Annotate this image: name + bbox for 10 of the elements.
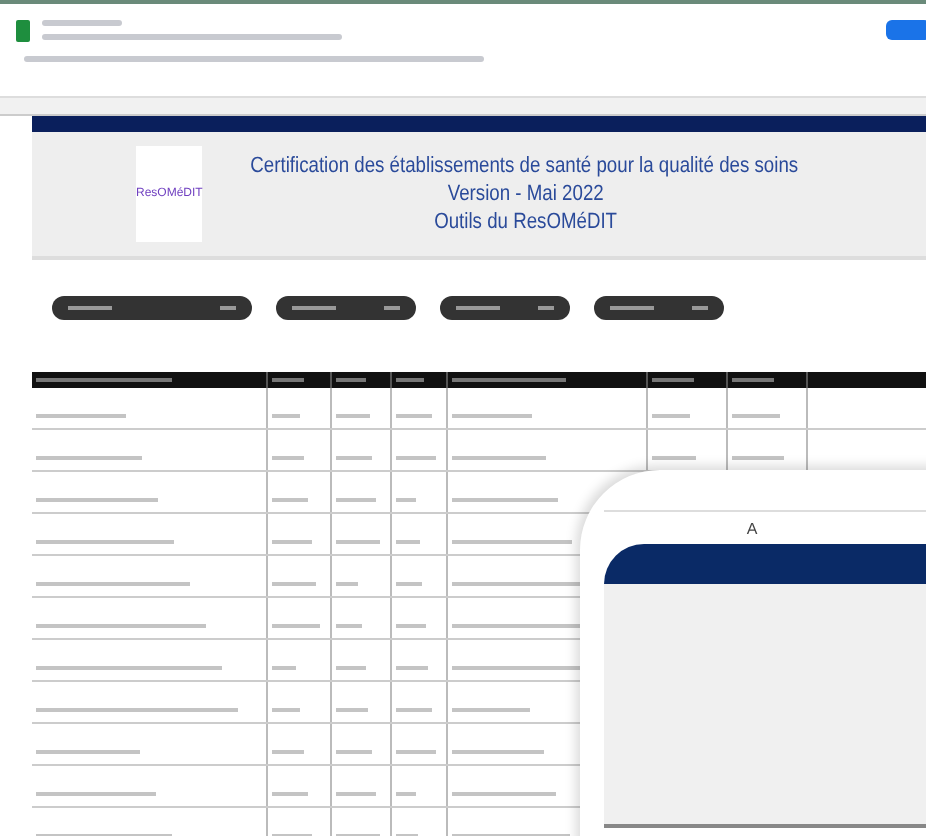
filter-chip[interactable] [594, 296, 724, 320]
filter-chip[interactable] [52, 296, 252, 320]
blurred-title-drawing [42, 20, 122, 26]
spreadsheet-icon [16, 19, 30, 41]
filter-chip[interactable] [276, 296, 416, 320]
column-header: A [746, 519, 758, 537]
sheet-title: Certification des établissements de santé pour la qualité des soins [251, 152, 799, 180]
filter-chip[interactable] [440, 296, 570, 320]
sheet-title: Outils du ResOMéDIT [433, 208, 617, 236]
sheet-title: Version - Mai 2022 [447, 180, 603, 208]
